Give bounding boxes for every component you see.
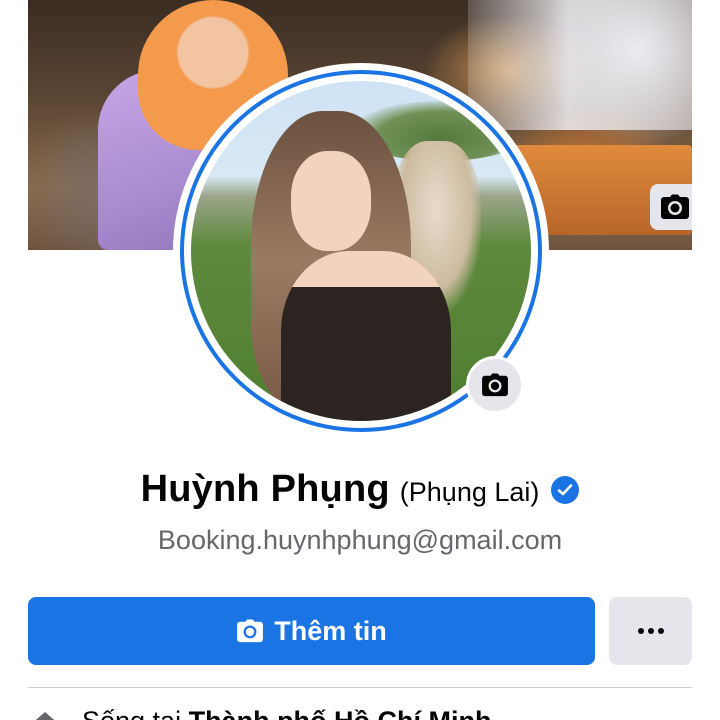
camera-icon	[237, 619, 264, 643]
home-icon	[35, 712, 55, 720]
edit-profile-picture-button[interactable]	[466, 356, 524, 414]
more-options-button[interactable]	[609, 597, 692, 665]
edit-cover-photo-button[interactable]	[650, 184, 692, 230]
add-to-story-button[interactable]: Thêm tin	[28, 597, 595, 665]
section-divider	[28, 687, 692, 688]
lives-in-city[interactable]: Thành phố Hồ Chí Minh	[189, 706, 492, 720]
lives-in-prefix: Sống tại	[82, 706, 189, 720]
camera-icon	[482, 373, 508, 397]
profile-name-row: Huỳnh Phụng (Phụng Lai)	[0, 468, 720, 511]
camera-icon	[661, 194, 689, 219]
intro-lives-in: Sống tại Thành phố Hồ Chí Minh	[28, 706, 692, 720]
add-to-story-label: Thêm tin	[274, 615, 387, 646]
profile-name: Huỳnh Phụng	[140, 468, 390, 510]
alternate-name: (Phụng Lai)	[399, 477, 540, 507]
more-dots-icon	[637, 628, 664, 634]
profile-bio-email: Booking.huynhphung@gmail.com	[157, 525, 563, 555]
verified-badge-icon	[551, 475, 580, 504]
